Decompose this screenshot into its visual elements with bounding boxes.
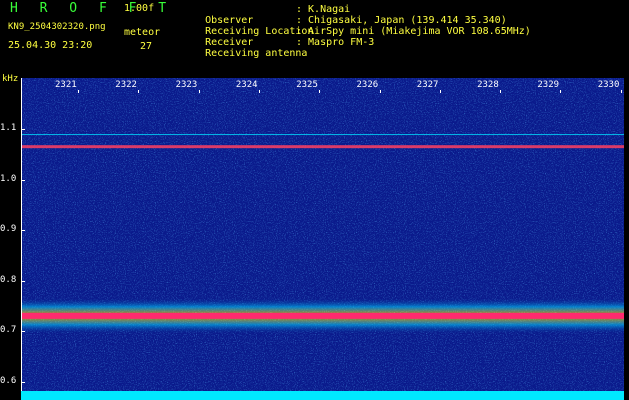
spectrogram-plot (21, 78, 624, 398)
y-tick-label: 0.6 (0, 375, 17, 386)
plot-noise (21, 78, 624, 398)
y-tick-mark (21, 179, 25, 181)
time-tick-mark (78, 90, 79, 93)
weak-band (21, 145, 624, 149)
y-axis-line (21, 78, 22, 400)
y-tick-mark (21, 230, 25, 231)
y-tick-mark (21, 129, 25, 130)
time-tick-label: 2328 (477, 80, 499, 90)
info-value: : Maspro FM-3 (296, 37, 375, 48)
time-tick-label: 2321 (55, 80, 77, 90)
y-tick-label: 0.8 (0, 274, 17, 285)
header-panel: H R O F F T 1.00f KN9_2504302320.png met… (0, 0, 629, 72)
time-tick-label: 2323 (175, 80, 198, 90)
filename-label: KN9_2504302320.png (8, 22, 106, 32)
time-tick-mark (319, 90, 321, 93)
axis-unit-label: kHz (2, 74, 19, 84)
info-label: Receiving antenna (205, 48, 308, 59)
y-tick-label: 1.1 (0, 123, 17, 133)
y-tick-label: 0.9 (0, 224, 17, 234)
baseline-strip (21, 391, 624, 400)
version-label: 1.00f (124, 3, 155, 14)
datetime-label: 25.04.30 23:20 (8, 40, 93, 51)
time-tick-mark (379, 90, 381, 93)
y-tick-mark (21, 381, 25, 383)
time-tick-label: 2325 (296, 80, 318, 90)
time-tick-mark (620, 90, 622, 93)
strong-band (21, 312, 624, 319)
time-tick-label: 2327 (416, 80, 439, 90)
time-tick-mark (560, 90, 562, 93)
y-tick-label: 0.7 (0, 325, 17, 335)
info-value: : AirSpy mini (Miakejima VOR 108.65MHz) (296, 26, 531, 37)
y-tick-mark (21, 331, 25, 332)
y-tick-mark (21, 280, 25, 282)
meteor-label: meteor (124, 27, 161, 38)
time-tick-mark (500, 90, 502, 93)
line-band (21, 134, 624, 136)
spectrogram-svg (21, 78, 624, 398)
time-tick-label: 2329 (537, 80, 560, 90)
time-tick-mark (198, 90, 200, 93)
info-row-antenna: Receiving antenna : Maspro FM-3 (181, 37, 374, 81)
time-tick-label: 2330 (597, 80, 620, 90)
meteor-count: 27 (140, 41, 153, 52)
time-tick-mark (258, 90, 260, 93)
time-tick-label: 2322 (115, 80, 137, 90)
info-value: : K.Nagai (296, 4, 351, 15)
time-tick-label: 2326 (356, 80, 379, 90)
y-tick-label: 1.0 (0, 173, 17, 184)
time-tick-label: 2324 (235, 80, 258, 90)
info-value: : Chigasaki, Japan (139.414 35.340) (296, 15, 507, 26)
time-tick-mark (138, 90, 140, 93)
time-tick-mark (439, 90, 441, 93)
